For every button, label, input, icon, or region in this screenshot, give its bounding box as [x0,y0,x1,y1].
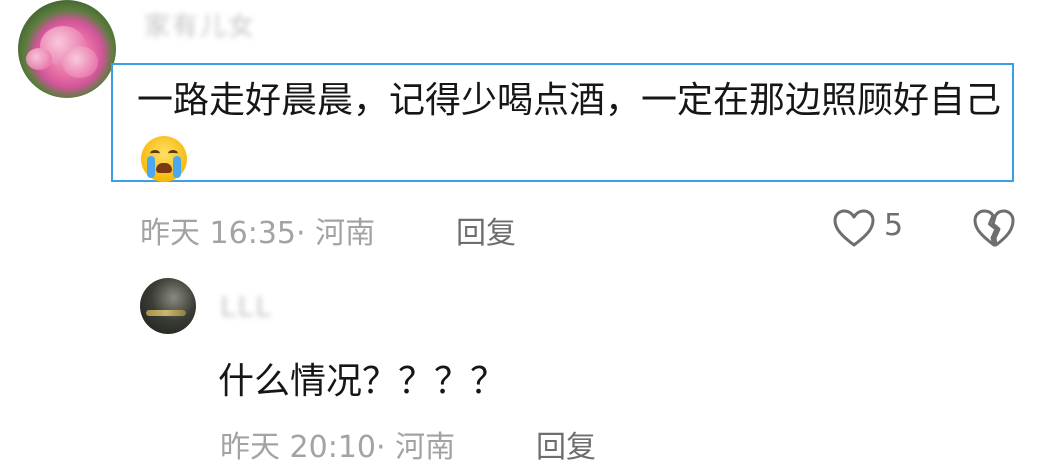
reply-button[interactable]: 回复 [456,208,516,252]
comment-body[interactable]: 一路走好晨晨，记得少喝点酒，一定在那边照顾好自己 [137,70,1017,194]
broken-heart-icon[interactable] [972,208,1016,248]
comment-meta: 昨天 16:35· 河南 [140,208,375,252]
reply-body[interactable]: 什么情况？？？？ [218,352,506,404]
replier-avatar[interactable] [140,278,196,334]
loudly-crying-face-icon [141,136,187,182]
reply-time: 昨天 20:10 [220,430,376,465]
comment-text: 一路走好晨晨，记得少喝点酒，一定在那边照顾好自己 [137,80,1002,121]
reply-to-reply-button[interactable]: 回复 [536,422,596,466]
comment-location: · 河南 [296,216,376,251]
avatar-city-lights [146,310,186,316]
like-count: 5 [884,208,904,243]
reply-meta: 昨天 20:10· 河南 [220,422,455,466]
avatar-flower [26,48,52,70]
avatar-flower [62,46,98,78]
heart-icon[interactable] [832,208,876,248]
commenter-avatar[interactable] [18,0,116,98]
replier-username[interactable]: LLL [220,290,273,323]
commenter-username[interactable]: 家有儿女 [144,6,256,43]
reply-location: · 河南 [376,430,456,465]
comment-time: 昨天 16:35 [140,216,296,251]
